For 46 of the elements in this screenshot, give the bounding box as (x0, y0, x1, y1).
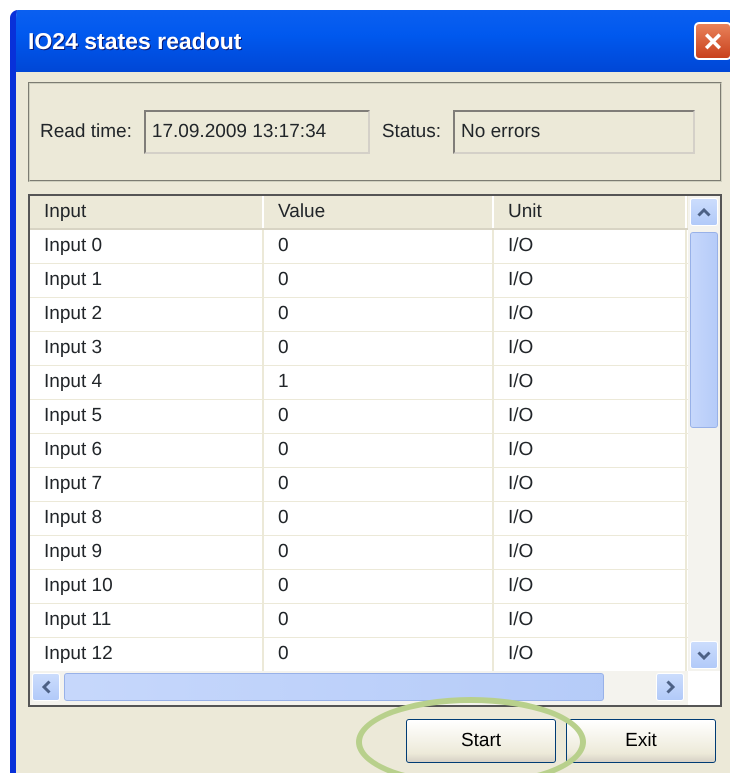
horizontal-scrollbar[interactable] (30, 671, 688, 705)
table-cell: 0 (264, 468, 494, 501)
table-cell: 1 (264, 366, 494, 399)
chevron-right-icon (666, 680, 674, 694)
table-cell: Input 11 (30, 604, 264, 637)
scroll-right-button[interactable] (656, 673, 684, 701)
read-time-field[interactable]: 17.09.2009 13:17:34 (144, 110, 370, 154)
exit-button[interactable]: Exit (566, 719, 716, 763)
vertical-scrollbar[interactable] (688, 196, 720, 671)
chevron-down-icon (697, 650, 711, 660)
table-cell: Input 10 (30, 570, 264, 603)
scroll-left-button[interactable] (32, 673, 60, 701)
chevron-left-icon (42, 680, 50, 694)
table-cell: Input 6 (30, 434, 264, 467)
close-button[interactable]: × (694, 22, 730, 60)
table-cell: 0 (264, 604, 494, 637)
status-field[interactable]: No errors (453, 110, 696, 154)
table-cell: Input 0 (30, 230, 264, 263)
table-cell: 0 (264, 502, 494, 535)
table-cell: 0 (264, 298, 494, 331)
table-cell: 0 (264, 434, 494, 467)
table-cell: Input 5 (30, 400, 264, 433)
field-label: Status: (382, 120, 442, 144)
table-cell: 0 (264, 264, 494, 297)
column-header[interactable]: Input (30, 196, 264, 228)
table-cell: 0 (264, 332, 494, 365)
scroll-up-button[interactable] (690, 198, 718, 226)
table-cell: Input 8 (30, 502, 264, 535)
table-cell: Input 3 (30, 332, 264, 365)
window-title: IO24 states readout (28, 26, 242, 56)
table-cell: Input 1 (30, 264, 264, 297)
table-cell: 0 (264, 536, 494, 569)
table-cell: 0 (264, 230, 494, 263)
table-cell: Input 4 (30, 366, 264, 399)
table-cell: 0 (264, 400, 494, 433)
table-cell: 0 (264, 570, 494, 603)
table-cell: Input 2 (30, 298, 264, 331)
scroll-thumb[interactable] (64, 673, 604, 701)
start-button[interactable]: Start (406, 719, 556, 763)
scroll-thumb[interactable] (690, 232, 718, 428)
field-label: Read time: (40, 120, 132, 144)
table-cell: Input 7 (30, 468, 264, 501)
column-header[interactable]: Value (264, 196, 494, 228)
scroll-down-button[interactable] (690, 641, 718, 669)
table-cell: Input 9 (30, 536, 264, 569)
chevron-up-icon (697, 208, 711, 216)
